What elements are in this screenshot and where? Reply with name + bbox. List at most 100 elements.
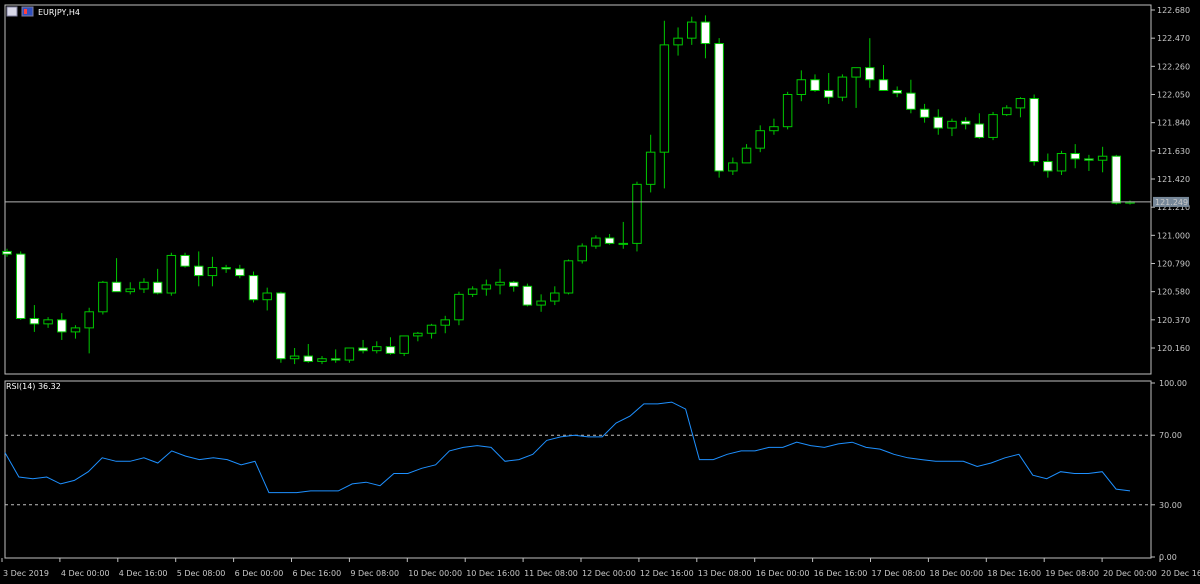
- time-tick-label: 16 Dec 00:00: [756, 569, 810, 578]
- time-tick-label: 3 Dec 2019: [3, 569, 49, 578]
- candle-bull: [536, 300, 546, 306]
- candle-bull: [1001, 107, 1012, 116]
- candle-bull: [289, 355, 300, 360]
- price-tick-label: 121.630: [1157, 147, 1190, 156]
- candles-layer: [2, 15, 1151, 365]
- time-tick-label: 6 Dec 00:00: [235, 569, 284, 578]
- chart-icon-bar: [24, 9, 27, 14]
- candle-bull: [563, 260, 574, 294]
- time-tick-label: 4 Dec 16:00: [119, 569, 168, 578]
- candle-bull: [139, 281, 149, 290]
- candle-bear: [1111, 155, 1122, 204]
- candle-bear: [522, 285, 533, 306]
- candle-bear: [111, 281, 122, 293]
- time-tick-label: 6 Dec 16:00: [293, 569, 342, 578]
- candle-bear: [235, 268, 245, 277]
- candle-bull: [399, 335, 409, 354]
- time-tick-label: 18 Dec 00:00: [929, 569, 983, 578]
- rsi-title: RSI(14) 36.32: [6, 382, 61, 391]
- candle-bull: [851, 67, 861, 78]
- candle-bull: [84, 311, 94, 329]
- candle-bull: [645, 151, 656, 185]
- candle-bear: [385, 346, 396, 354]
- chart-header: EURJPY,H4 RSI(14) 36.32: [6, 6, 80, 391]
- rsi-tick-label: 0.00: [1159, 553, 1177, 562]
- grid-layer: [5, 434, 1151, 506]
- chart-canvas: 122.680 122.470 122.260 122.050 121.840 121.6…: [1, 4, 1200, 578]
- price-tick-label: 121.000: [1157, 231, 1190, 240]
- candle-bull: [755, 130, 765, 149]
- candle-bear: [15, 253, 26, 319]
- candle-bull: [550, 292, 560, 302]
- candle-bull: [769, 126, 779, 132]
- time-tick-label: 4 Dec 00:00: [61, 569, 110, 578]
- candle-bear: [29, 317, 40, 325]
- candle-bull: [495, 281, 505, 286]
- candle-bull: [618, 242, 629, 245]
- candle-bull: [98, 281, 108, 313]
- rsi-line: [4, 401, 1131, 494]
- candle-bear: [933, 116, 944, 129]
- candle-bear: [330, 358, 341, 361]
- time-tick-label: 12 Dec 00:00: [582, 569, 636, 578]
- rsi-tick-label: 70.00: [1159, 431, 1182, 440]
- candle-bull: [426, 324, 437, 334]
- candle-bull: [837, 76, 848, 98]
- candle-bear: [1029, 98, 1039, 163]
- candle-bear: [358, 347, 368, 352]
- candle-bear: [865, 67, 875, 81]
- candle-bull: [262, 292, 272, 301]
- candle-bull: [947, 120, 957, 129]
- candle-bear: [823, 89, 834, 98]
- candle-bull: [372, 346, 382, 352]
- candle-bull: [988, 114, 998, 138]
- candle-bear: [810, 79, 820, 91]
- candle-bull: [125, 288, 136, 293]
- candle-bear: [878, 79, 889, 91]
- candle-bull: [166, 254, 177, 294]
- time-tick-label: 12 Dec 16:00: [640, 569, 694, 578]
- candle-bull: [632, 183, 642, 244]
- rsi-layer: [4, 401, 1131, 494]
- candle-bear: [248, 275, 259, 301]
- candle-bull: [659, 44, 670, 153]
- candle-bear: [152, 281, 163, 294]
- candle-bear: [508, 281, 519, 287]
- candle-bull: [591, 237, 601, 247]
- price-tick-label: 122.680: [1157, 6, 1190, 15]
- price-tick-label: 121.840: [1157, 119, 1190, 128]
- time-tick-label: 11 Dec 08:00: [524, 569, 578, 578]
- candle-bull: [207, 267, 218, 277]
- window-icon: [6, 6, 18, 17]
- candle-bear: [604, 237, 615, 244]
- price-pane-frame: [4, 4, 1152, 375]
- time-tick-label: 17 Dec 08:00: [872, 569, 926, 578]
- candle-bear: [892, 89, 902, 94]
- candle-bear: [276, 292, 286, 360]
- candle-bull: [413, 332, 423, 337]
- candle-bull: [577, 245, 587, 262]
- candle-bull: [344, 347, 355, 361]
- time-tick-label: 10 Dec 16:00: [466, 569, 520, 578]
- axes-layer: 122.680 122.470 122.260 122.050 121.840 121.6…: [1, 6, 1200, 578]
- candle-bear: [180, 254, 190, 267]
- candle-bull: [481, 284, 492, 290]
- chart-frame: [4, 4, 1152, 559]
- symbol-title: EURJPY,H4: [38, 8, 80, 17]
- candle-bear: [303, 355, 314, 362]
- time-tick-label: 18 Dec 16:00: [987, 569, 1041, 578]
- candle-bear: [221, 267, 231, 270]
- candle-bull: [440, 319, 450, 326]
- current-price-label: 121.249: [1155, 198, 1188, 207]
- rsi-tick-label: 30.00: [1159, 501, 1182, 510]
- candle-bear: [1084, 158, 1094, 161]
- time-tick-label: 5 Dec 08:00: [177, 569, 226, 578]
- candle-bear: [57, 319, 67, 333]
- candle-bull: [796, 79, 807, 96]
- price-tick-label: 122.470: [1157, 34, 1190, 43]
- candle-bear: [974, 123, 985, 138]
- candle-bull: [741, 147, 752, 164]
- candle-bull: [454, 293, 464, 321]
- rsi-pane-frame: [4, 380, 1152, 559]
- price-tick-label: 121.420: [1157, 175, 1190, 184]
